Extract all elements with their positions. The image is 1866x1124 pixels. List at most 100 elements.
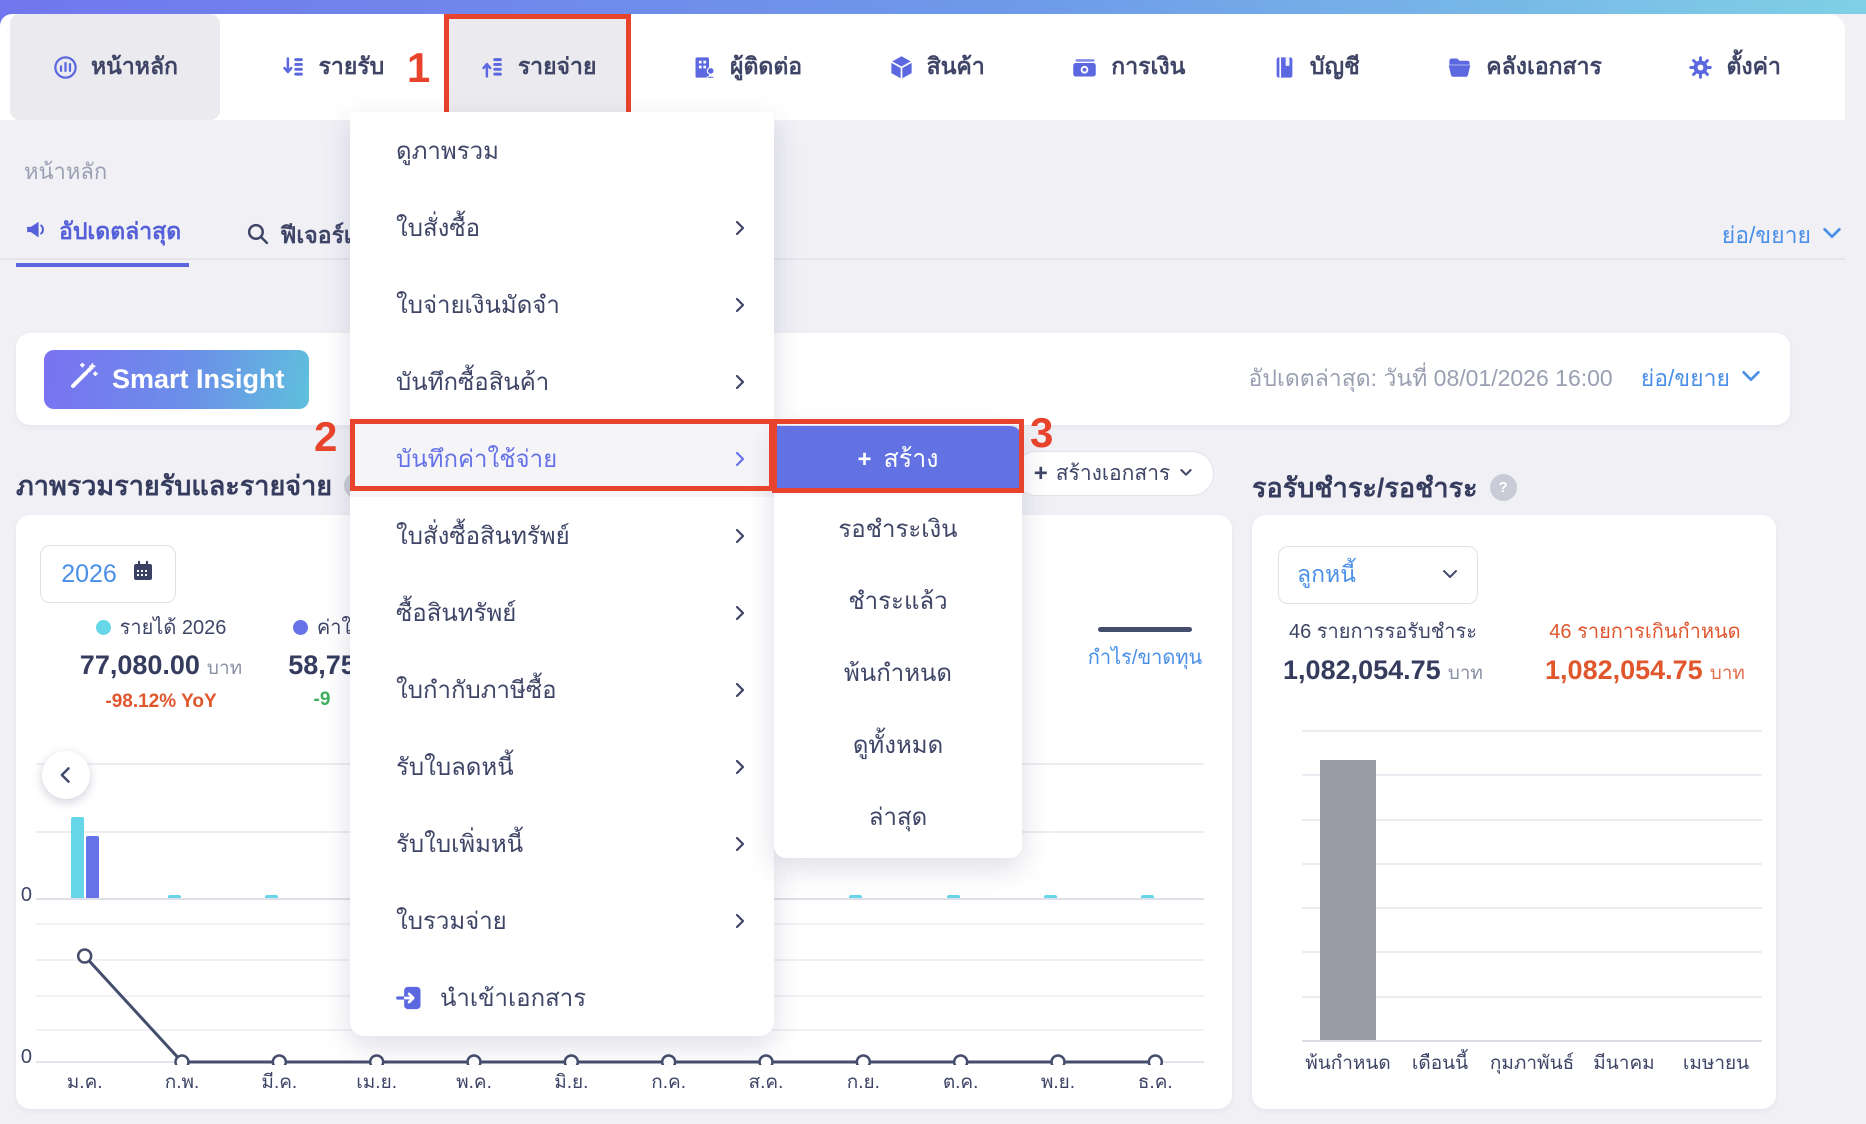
y-axis-zero: 0 (16, 884, 32, 907)
x-axis-label: มี.ค. (231, 1067, 328, 1097)
ledger-book-icon (1271, 54, 1298, 81)
menu-item-overview[interactable]: ดูภาพรวม (350, 112, 774, 189)
receivables-card: ลูกหนี้ 46 รายการรอรับชำระ 1,082,054.75บ… (1252, 515, 1776, 1109)
x-axis-label: มีนาคม (1578, 1048, 1670, 1078)
legend-profit: กำไร/ขาดทุน (1062, 619, 1228, 673)
create-document-label: สร้างเอกสาร (1056, 457, 1171, 490)
debtor-filter-dropdown[interactable]: ลูกหนี้ (1278, 546, 1478, 604)
nav-item-label: หน้าหลัก (91, 49, 178, 85)
nav-item-accounting[interactable]: บัญชี (1245, 14, 1386, 120)
tab-latest-updates[interactable]: อัปเดตล่าสุด (16, 214, 189, 267)
x-axis-label: ธ.ค. (1107, 1067, 1204, 1097)
folder-icon (1445, 54, 1474, 81)
plus-icon (858, 445, 872, 474)
unit-label: บาท (1448, 663, 1483, 684)
section-title: รอรับชำระ/รอชำระ (1252, 466, 1478, 509)
chevron-right-icon (732, 913, 748, 929)
menu-item-label: ใบสั่งซื้อสินทรัพย์ (396, 516, 570, 555)
data-point (1052, 1056, 1065, 1066)
submenu-item-label: พ้นกำหนด (844, 653, 952, 692)
menu-item-asset-purchase-order[interactable]: ใบสั่งซื้อสินทรัพย์ (350, 497, 774, 574)
create-document-button[interactable]: สร้างเอกสาร (1014, 451, 1214, 496)
submenu-item-label: ดูทั้งหมด (853, 725, 943, 764)
year-value: 2026 (61, 560, 117, 589)
menu-item-label: ดูภาพรวม (396, 131, 499, 170)
smart-insight-button[interactable]: Smart Insight (44, 350, 309, 409)
submenu-item-paid[interactable]: ชำระแล้ว (774, 564, 1022, 636)
tab-features[interactable]: ฟีเจอร์เ (237, 218, 360, 267)
cube-icon (888, 54, 915, 81)
unit-label: บาท (1710, 663, 1745, 684)
nav-item-label: สินค้า (927, 49, 985, 85)
income-value: 77,080.00 (80, 650, 200, 680)
menu-item-purchase-order[interactable]: ใบสั่งซื้อ (350, 189, 774, 266)
search-icon (245, 221, 270, 252)
dashboard-icon (52, 54, 79, 81)
menu-item-receive-credit-note[interactable]: รับใบลดหนี้ (350, 728, 774, 805)
peak-dashboard-screen: หน้าหลัก รายรับ 1 รายจ่าย ผู้ติดต่อ สิ (0, 0, 1866, 1124)
help-icon[interactable] (1490, 474, 1517, 501)
x-axis-label: กุมภาพันธ์ (1486, 1048, 1578, 1078)
nav-item-label: การเงิน (1111, 49, 1185, 85)
gear-icon (1687, 54, 1714, 81)
collapse-expand-link[interactable]: ย่อ/ขยาย (1722, 218, 1843, 254)
magic-wand-icon (68, 361, 98, 398)
pending-amount: 1,082,054.75 (1283, 655, 1441, 685)
nav-item-label: รายรับ (319, 49, 385, 85)
overdue-stat: 46 รายการเกินกำหนด 1,082,054.75บาท (1514, 615, 1776, 688)
nav-item-products[interactable]: สินค้า (862, 14, 1011, 120)
nav-item-label: ผู้ติดต่อ (730, 49, 802, 85)
nav-item-home[interactable]: หน้าหลัก (10, 14, 220, 120)
unit-label: บาท (207, 658, 242, 679)
nav-item-documents[interactable]: คลังเอกสาร (1419, 14, 1628, 120)
nav-item-label: บัญชี (1310, 49, 1360, 85)
nav-item-expense[interactable]: 1 รายจ่าย (444, 14, 632, 120)
menu-item-deposit-payment[interactable]: ใบจ่ายเงินมัดจำ (350, 266, 774, 343)
x-axis-label: พ.ค. (425, 1067, 522, 1097)
smart-insight-banner: Smart Insight อัปเดตล่าสุด: วันที่ 08/01… (16, 333, 1790, 425)
carousel-prev-button[interactable] (42, 751, 90, 799)
legend-dot (96, 620, 111, 635)
nav-item-settings[interactable]: ตั้งค่า (1661, 14, 1806, 120)
menu-item-label: ใบกำกับภาษีซื้อ (396, 670, 557, 709)
expense-record-submenu: สร้าง รอชำระเงิน ชำระแล้ว พ้นกำหนด ดูทั้… (774, 426, 1022, 858)
megaphone-icon (24, 217, 49, 248)
smart-insight-label: Smart Insight (112, 364, 285, 395)
submenu-item-awaiting-payment[interactable]: รอชำระเงิน (774, 492, 1022, 564)
collapse-expand-link[interactable]: ย่อ/ขยาย (1641, 361, 1762, 397)
menu-item-combined-payment[interactable]: ใบรวมจ่าย (350, 882, 774, 959)
x-axis-label: ก.พ. (133, 1067, 230, 1097)
y-axis-zero: 0 (16, 1046, 32, 1069)
data-point (370, 1056, 383, 1066)
overdue-count: 46 รายการเกินกำหนด (1514, 615, 1776, 647)
submenu-item-view-all[interactable]: ดูทั้งหมด (774, 708, 1022, 780)
data-point (1149, 1056, 1162, 1066)
year-filter[interactable]: 2026 (40, 545, 176, 603)
nav-item-contacts[interactable]: ผู้ติดต่อ (665, 14, 828, 120)
nav-item-finance[interactable]: การเงิน (1044, 14, 1211, 120)
menu-item-purchase-tax-invoice[interactable]: ใบกำกับภาษีซื้อ (350, 651, 774, 728)
menu-item-receive-debit-note[interactable]: รับใบเพิ่มหนี้ (350, 805, 774, 882)
top-gradient-bar (0, 0, 1866, 14)
menu-item-goods-purchase[interactable]: บันทึกซื้อสินค้า (350, 343, 774, 420)
create-expense-button[interactable]: สร้าง (774, 426, 1022, 492)
calendar-icon (131, 559, 155, 590)
x-axis-months: ม.ค.ก.พ.มี.ค.เม.ย.พ.ค.มิ.ย.ก.ค.ส.ค.ก.ย.ต… (36, 1067, 1204, 1097)
menu-item-label: ใบจ่ายเงินมัดจำ (396, 285, 560, 324)
menu-item-import-documents[interactable]: นำเข้าเอกสาร (350, 959, 774, 1036)
menu-item-expense-record[interactable]: บันทึกค่าใช้จ่าย (350, 420, 774, 497)
annotation-step-1: 1 (407, 47, 430, 89)
nav-item-label: คลังเอกสาร (1486, 49, 1602, 85)
menu-item-label: ใบสั่งซื้อ (396, 208, 480, 247)
menu-item-label: บันทึกค่าใช้จ่าย (396, 439, 557, 478)
data-point (857, 1056, 870, 1066)
chevron-right-icon (732, 451, 748, 467)
submenu-item-overdue[interactable]: พ้นกำหนด (774, 636, 1022, 708)
menu-item-label: บันทึกซื้อสินค้า (396, 362, 549, 401)
collapse-label: ย่อ/ขยาย (1722, 218, 1811, 254)
submenu-item-latest[interactable]: ล่าสุด (774, 780, 1022, 852)
chevron-right-icon (732, 297, 748, 313)
nav-item-label: ตั้งค่า (1726, 49, 1780, 85)
nav-item-income[interactable]: รายรับ (254, 14, 411, 120)
menu-item-buy-asset[interactable]: ซื้อสินทรัพย์ (350, 574, 774, 651)
